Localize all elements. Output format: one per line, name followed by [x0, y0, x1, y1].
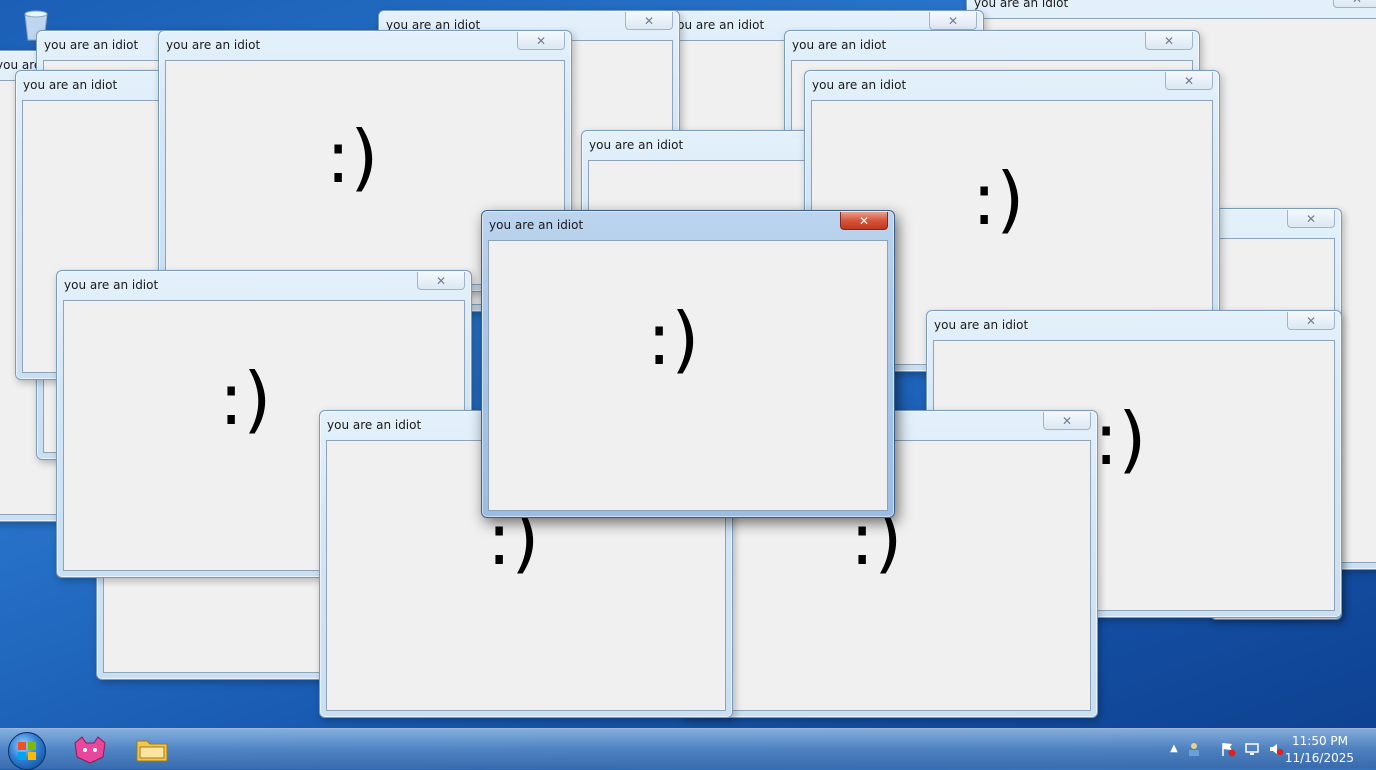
close-button[interactable]: ✕: [1287, 210, 1335, 228]
close-button[interactable]: ✕: [517, 32, 565, 50]
smiley-text: :): [1094, 397, 1147, 481]
folder-icon: [136, 740, 168, 762]
start-button[interactable]: [8, 732, 46, 770]
desktop: you are an idiot ✕ you are an idiot ✕ yo…: [0, 0, 1376, 768]
display-icon[interactable]: [1244, 741, 1260, 757]
clock-date[interactable]: 11/16/2025: [1285, 751, 1354, 765]
window-title: you are an idiot: [44, 38, 139, 52]
close-icon: ✕: [643, 13, 655, 28]
window-title: you are an idiot: [670, 18, 765, 32]
close-icon: ✕: [1183, 73, 1195, 88]
taskbar-app-explorer[interactable]: [134, 733, 170, 765]
clock-time[interactable]: 11:50 PM: [1292, 734, 1348, 748]
window-title: you are an idiot: [64, 278, 159, 292]
system-tray: ▲ 11:50 PM 11/16/2025: [1156, 729, 1376, 769]
window-title: you are an idiot: [934, 318, 1029, 332]
close-button[interactable]: ✕: [929, 12, 977, 30]
smiley-text: :): [972, 157, 1025, 241]
window-title: you are an idiot: [812, 78, 907, 92]
window-client-area: :): [488, 240, 888, 511]
chevron-up-icon[interactable]: ▲: [1166, 741, 1182, 757]
close-icon: ✕: [947, 13, 959, 28]
close-icon: ✕: [858, 213, 870, 228]
speaker-muted-icon[interactable]: [1268, 741, 1284, 757]
active-popup-window[interactable]: you are an idiot ✕ :): [481, 210, 895, 518]
taskbar: ▲ 11:50 PM 11/16/2025: [0, 728, 1376, 770]
close-button[interactable]: ✕: [1333, 0, 1376, 8]
smiley-text: :): [326, 115, 379, 199]
close-button[interactable]: ✕: [1043, 412, 1091, 430]
close-icon: ✕: [1305, 211, 1317, 226]
close-icon: ✕: [1352, 0, 1362, 5]
close-button[interactable]: ✕: [1165, 72, 1213, 90]
network-user-icon[interactable]: [1186, 741, 1202, 757]
close-button[interactable]: ✕: [417, 272, 465, 290]
close-button[interactable]: ✕: [1145, 32, 1193, 50]
window-title: you are an idiot: [166, 38, 261, 52]
window-title: you are an idiot: [327, 418, 422, 432]
close-button[interactable]: ✕: [625, 12, 673, 30]
window-title: you are an idiot: [589, 138, 684, 152]
close-icon: ✕: [535, 33, 547, 48]
close-icon: ✕: [435, 273, 447, 288]
smiley-text: :): [647, 297, 700, 381]
close-icon: ✕: [1163, 33, 1175, 48]
window-title: you are an idiot: [792, 38, 887, 52]
taskbar-app-paint[interactable]: [72, 733, 108, 765]
window-title: you are an idiot: [23, 78, 118, 92]
window-title: you are an idiot: [489, 218, 584, 232]
close-icon: ✕: [1061, 413, 1073, 428]
close-button[interactable]: ✕: [1287, 312, 1335, 330]
smiley-text: :): [219, 357, 272, 441]
window-title: you are an idiot: [974, 0, 1069, 10]
close-button[interactable]: ✕: [840, 212, 888, 230]
close-icon: ✕: [1305, 313, 1317, 328]
paint-cat-icon: [74, 736, 106, 764]
windows-orb-icon: [18, 742, 36, 760]
flag-error-icon[interactable]: [1220, 741, 1236, 757]
